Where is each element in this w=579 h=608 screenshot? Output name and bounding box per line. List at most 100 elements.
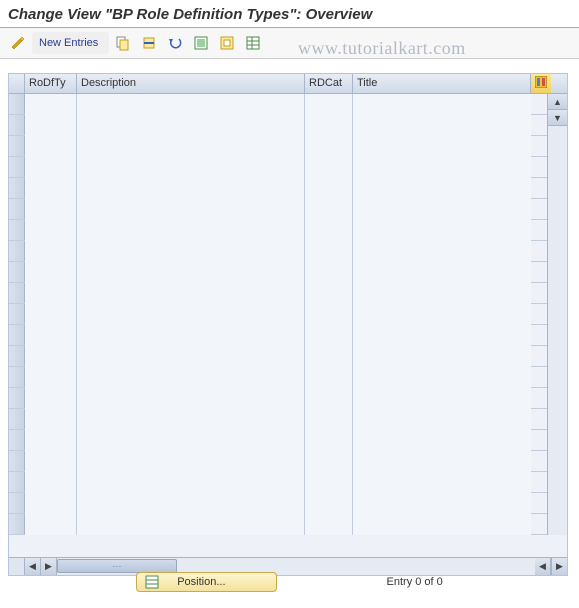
cell-rodfty[interactable]	[25, 493, 77, 514]
cell-rodfty[interactable]	[25, 241, 77, 262]
cell-title[interactable]	[353, 220, 531, 241]
row-selector[interactable]	[9, 157, 25, 177]
cell-rodfty[interactable]	[25, 451, 77, 472]
cell-rodfty[interactable]	[25, 409, 77, 430]
cell-description[interactable]	[77, 136, 305, 157]
undo-change-button[interactable]	[163, 32, 187, 54]
row-selector[interactable]	[9, 262, 25, 282]
row-selector[interactable]	[9, 136, 25, 156]
column-header-rdcat[interactable]: RDCat	[305, 74, 353, 93]
cell-title[interactable]	[353, 136, 531, 157]
row-selector[interactable]	[9, 451, 25, 471]
cell-title[interactable]	[353, 472, 531, 493]
cell-rodfty[interactable]	[25, 514, 77, 535]
cell-description[interactable]	[77, 367, 305, 388]
cell-rodfty[interactable]	[25, 262, 77, 283]
cell-rodfty[interactable]	[25, 388, 77, 409]
cell-rodfty[interactable]	[25, 472, 77, 493]
cell-rodfty[interactable]	[25, 346, 77, 367]
cell-rdcat[interactable]	[305, 178, 353, 199]
cell-description[interactable]	[77, 346, 305, 367]
delete-button[interactable]	[137, 32, 161, 54]
cell-rdcat[interactable]	[305, 94, 353, 115]
position-button[interactable]: Position...	[136, 572, 276, 592]
row-selector[interactable]	[9, 346, 25, 366]
cell-title[interactable]	[353, 514, 531, 535]
toggle-change-display-button[interactable]	[6, 32, 30, 54]
row-selector[interactable]	[9, 514, 25, 534]
cell-description[interactable]	[77, 493, 305, 514]
cell-description[interactable]	[77, 178, 305, 199]
row-selector[interactable]	[9, 304, 25, 324]
cell-rdcat[interactable]	[305, 325, 353, 346]
cell-rdcat[interactable]	[305, 367, 353, 388]
cell-rdcat[interactable]	[305, 220, 353, 241]
cell-rdcat[interactable]	[305, 451, 353, 472]
scroll-down-button[interactable]: ▼	[548, 110, 567, 126]
new-entries-button[interactable]: New Entries	[32, 32, 109, 54]
cell-rodfty[interactable]	[25, 115, 77, 136]
row-selector[interactable]	[9, 493, 25, 513]
cell-title[interactable]	[353, 262, 531, 283]
row-selector[interactable]	[9, 430, 25, 450]
column-header-rodfty[interactable]: RoDfTy	[25, 74, 77, 93]
cell-title[interactable]	[353, 283, 531, 304]
cell-description[interactable]	[77, 157, 305, 178]
cell-rodfty[interactable]	[25, 283, 77, 304]
vertical-scrollbar[interactable]: ▲ ▼	[547, 94, 567, 535]
cell-title[interactable]	[353, 199, 531, 220]
cell-description[interactable]	[77, 199, 305, 220]
cell-rdcat[interactable]	[305, 493, 353, 514]
row-selector-header[interactable]	[9, 74, 25, 93]
row-selector[interactable]	[9, 388, 25, 408]
row-selector[interactable]	[9, 178, 25, 198]
row-selector[interactable]	[9, 220, 25, 240]
row-selector[interactable]	[9, 283, 25, 303]
configure-columns-button[interactable]	[531, 74, 551, 93]
cell-description[interactable]	[77, 115, 305, 136]
cell-description[interactable]	[77, 283, 305, 304]
cell-title[interactable]	[353, 346, 531, 367]
cell-rdcat[interactable]	[305, 430, 353, 451]
row-selector[interactable]	[9, 115, 25, 135]
cell-rdcat[interactable]	[305, 199, 353, 220]
cell-rdcat[interactable]	[305, 157, 353, 178]
row-selector[interactable]	[9, 94, 25, 114]
cell-rdcat[interactable]	[305, 241, 353, 262]
cell-rodfty[interactable]	[25, 94, 77, 115]
cell-rdcat[interactable]	[305, 346, 353, 367]
table-settings-button[interactable]	[241, 32, 265, 54]
cell-rdcat[interactable]	[305, 262, 353, 283]
cell-title[interactable]	[353, 94, 531, 115]
cell-rdcat[interactable]	[305, 304, 353, 325]
column-header-description[interactable]: Description	[77, 74, 305, 93]
cell-rodfty[interactable]	[25, 157, 77, 178]
cell-description[interactable]	[77, 220, 305, 241]
cell-description[interactable]	[77, 262, 305, 283]
cell-description[interactable]	[77, 430, 305, 451]
vertical-scroll-track[interactable]	[548, 126, 567, 535]
deselect-all-button[interactable]	[215, 32, 239, 54]
row-selector[interactable]	[9, 199, 25, 219]
cell-description[interactable]	[77, 94, 305, 115]
cell-rdcat[interactable]	[305, 388, 353, 409]
copy-as-button[interactable]	[111, 32, 135, 54]
cell-rdcat[interactable]	[305, 283, 353, 304]
row-selector[interactable]	[9, 472, 25, 492]
row-selector[interactable]	[9, 241, 25, 261]
cell-title[interactable]	[353, 325, 531, 346]
row-selector[interactable]	[9, 367, 25, 387]
cell-description[interactable]	[77, 304, 305, 325]
cell-rodfty[interactable]	[25, 178, 77, 199]
cell-rdcat[interactable]	[305, 514, 353, 535]
cell-title[interactable]	[353, 157, 531, 178]
column-header-title[interactable]: Title	[353, 74, 531, 93]
cell-title[interactable]	[353, 241, 531, 262]
cell-description[interactable]	[77, 325, 305, 346]
select-all-button[interactable]	[189, 32, 213, 54]
cell-title[interactable]	[353, 493, 531, 514]
cell-rodfty[interactable]	[25, 304, 77, 325]
cell-description[interactable]	[77, 514, 305, 535]
cell-description[interactable]	[77, 409, 305, 430]
cell-rodfty[interactable]	[25, 367, 77, 388]
